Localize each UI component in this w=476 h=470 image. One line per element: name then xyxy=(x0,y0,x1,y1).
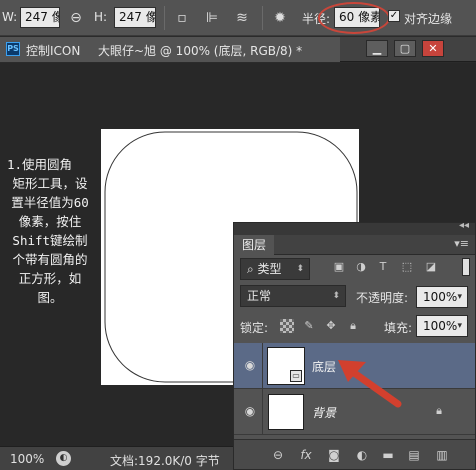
lock-image-icon[interactable]: ✎ xyxy=(302,319,316,333)
layers-panel-tabs: 图层 ▾≡ xyxy=(234,235,475,255)
options-separator xyxy=(262,6,263,30)
filter-shape-icon[interactable]: ⬚ xyxy=(400,260,414,274)
lock-all-icon[interactable]: 🔒︎ xyxy=(346,319,360,333)
height-label: H: xyxy=(94,10,108,24)
layer-name[interactable]: 底层 xyxy=(312,358,336,375)
filter-toggle[interactable] xyxy=(462,258,470,276)
link-icon[interactable]: ⊖ xyxy=(66,8,86,28)
lock-position-icon[interactable]: ✥ xyxy=(324,319,338,333)
new-layer-icon[interactable]: ▤ xyxy=(406,447,422,463)
status-info-icon[interactable]: ◐ xyxy=(56,451,71,466)
fx-icon[interactable]: fx xyxy=(298,447,314,463)
vector-mask-icon: ▭ xyxy=(290,370,302,382)
fill-value: 100% xyxy=(423,319,458,333)
layer-thumbnail[interactable] xyxy=(268,394,304,430)
align-edges-label: 对齐边缘 xyxy=(404,12,453,26)
chevron-down-icon: ⬍ xyxy=(332,291,340,301)
annotation-arrow xyxy=(338,360,402,408)
document-title: 大眼仔~旭 @ 100% (底层, RGB/8) * xyxy=(98,44,303,58)
photoshop-icon: PS xyxy=(6,42,20,56)
opacity-value: 100% xyxy=(423,290,458,304)
gear-icon[interactable]: ✹ xyxy=(270,8,290,28)
instruction-note-line1: 1.使用圆角 xyxy=(7,157,73,172)
instruction-note-body: 矩形工具，设置半径值为60像素，按住Shift键绘制个带有圆角的正方形，如图。 xyxy=(11,176,89,305)
annotation-arrow-shaft xyxy=(346,366,402,408)
blend-mode-select[interactable]: 正常 ⬍ xyxy=(240,285,346,307)
collapse-icon[interactable]: ◂◂ xyxy=(459,220,469,231)
width-label: W: xyxy=(2,10,18,24)
tab-layers[interactable]: 图层 xyxy=(234,235,275,255)
filter-adjustment-icon[interactable]: ◑ xyxy=(354,260,368,274)
divider xyxy=(262,343,263,389)
lock-icon[interactable]: 🔒︎ xyxy=(432,403,446,419)
path-alignment-icon[interactable]: ⊫ xyxy=(202,8,222,28)
opacity-input[interactable]: 100% ▾ xyxy=(416,286,468,308)
maximize-button[interactable]: ▢ xyxy=(394,40,416,57)
divider xyxy=(262,389,263,435)
link-layers-icon[interactable]: ⊖ xyxy=(270,447,286,463)
chevron-down-icon: ⬍ xyxy=(296,264,304,274)
new-group-icon[interactable]: ▬ xyxy=(380,447,396,463)
lock-label: 锁定: xyxy=(240,321,269,335)
chevron-down-icon: ▾ xyxy=(457,321,462,331)
filter-type-icon[interactable]: T xyxy=(376,260,390,274)
close-button[interactable]: ✕ xyxy=(422,40,444,57)
filter-kind-value: 类型 xyxy=(257,262,282,276)
minimize-button[interactable]: ▁ xyxy=(366,40,388,57)
height-input[interactable]: 247 像素 xyxy=(114,7,156,28)
search-icon: ⌕ xyxy=(247,262,258,276)
instruction-note: 1.使用圆角 矩形工具，设置半径值为60像素，按住Shift键绘制个带有圆角的正… xyxy=(7,155,93,307)
layers-panel: ◂◂ 图层 ▾≡ ⌕ 类型 ⬍ ▣ ◑ T ⬚ ◪ 正常 ⬍ 不透明度: 100… xyxy=(233,220,476,470)
options-bar: W: 247 像素 ⊖ H: 247 像素 ▫ ⊫ ≋ ✹ 半径: 60 像素 … xyxy=(0,0,476,36)
document-tab-row: PS 控制ICON 大眼仔~旭 @ 100% (底层, RGB/8) * ▁ ▢… xyxy=(0,37,476,62)
filter-kind-select[interactable]: ⌕ 类型 ⬍ xyxy=(240,258,310,280)
document-info: 文档:192.0K/0 字节 xyxy=(110,454,220,468)
add-mask-icon[interactable]: ◙ xyxy=(326,447,342,463)
eye-icon[interactable]: ◉ xyxy=(242,403,258,419)
delete-layer-icon[interactable]: ▥ xyxy=(434,447,450,463)
zoom-level[interactable]: 100% xyxy=(10,452,44,466)
blend-mode-value: 正常 xyxy=(247,289,272,303)
document-tab-name: 控制ICON xyxy=(26,44,81,58)
layers-panel-footer: ⊖ fx ◙ ◐ ▬ ▤ ▥ xyxy=(234,439,475,469)
radius-highlight-circle xyxy=(318,2,390,34)
layer-name[interactable]: 背景 xyxy=(312,404,336,421)
fill-input[interactable]: 100% ▾ xyxy=(416,315,468,337)
chevron-down-icon: ▾ xyxy=(457,292,462,302)
filter-pixel-icon[interactable]: ▣ xyxy=(332,260,346,274)
document-tab[interactable]: PS 控制ICON 大眼仔~旭 @ 100% (底层, RGB/8) * xyxy=(0,37,340,62)
path-operations-icon[interactable]: ▫ xyxy=(172,8,192,28)
panel-menu-icon[interactable]: ▾≡ xyxy=(454,237,469,250)
opacity-label: 不透明度: xyxy=(356,291,409,305)
lock-transparency-icon[interactable] xyxy=(280,319,294,333)
width-input[interactable]: 247 像素 xyxy=(20,7,60,28)
fill-label: 填充: xyxy=(384,321,413,335)
path-arrangement-icon[interactable]: ≋ xyxy=(232,8,252,28)
eye-icon[interactable]: ◉ xyxy=(242,357,258,373)
adjustment-layer-icon[interactable]: ◐ xyxy=(354,447,370,463)
filter-smartobject-icon[interactable]: ◪ xyxy=(424,260,438,274)
align-edges-checkbox[interactable]: ✓ xyxy=(388,10,400,22)
options-separator xyxy=(164,6,165,30)
layers-panel-titlebar[interactable]: ◂◂ xyxy=(234,220,475,235)
